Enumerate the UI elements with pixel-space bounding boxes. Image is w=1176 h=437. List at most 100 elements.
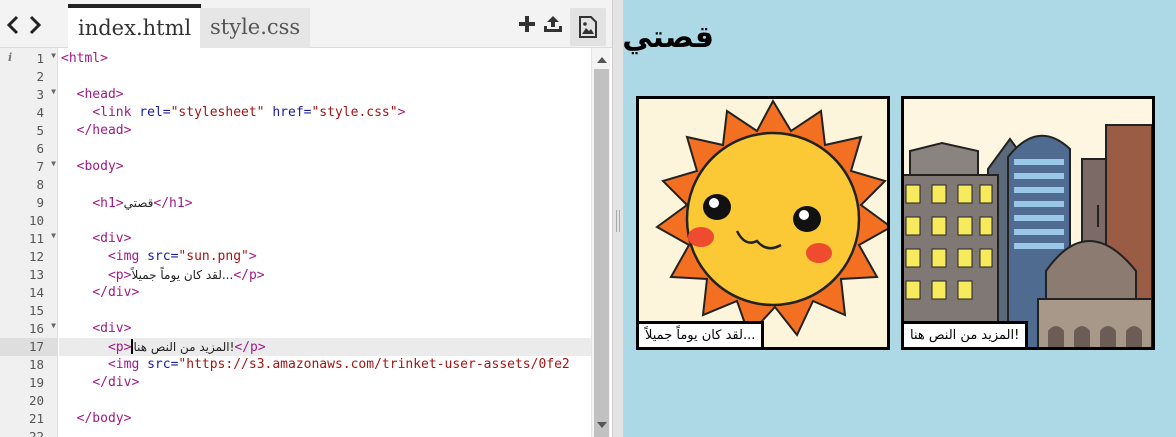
editor-toolbar: index.html style.css: [0, 0, 612, 48]
fold-arrow-icon[interactable]: ▼: [51, 231, 56, 240]
pane-resize-handle[interactable]: [612, 0, 624, 437]
code-line[interactable]: [59, 140, 591, 158]
code-token: </body>: [76, 411, 132, 426]
code-token: "style.css": [311, 105, 398, 120]
code-token: <p>: [107, 268, 132, 283]
line-number: 6: [0, 140, 58, 158]
upload-button[interactable]: [542, 14, 564, 36]
code-line[interactable]: <div>: [59, 230, 591, 248]
plus-icon: [519, 16, 535, 32]
code-line[interactable]: <h1>قصتي</h1>: [59, 194, 591, 212]
line-number: 4: [0, 104, 58, 122]
code-token: <div>: [92, 231, 132, 246]
scrollbar-thumb[interactable]: [594, 69, 609, 437]
code-line[interactable]: <div>: [59, 320, 591, 338]
code-area[interactable]: <html> <head> <link rel="stylesheet" hre…: [59, 48, 591, 437]
code-line[interactable]: <img src="https://s3.amazonaws.com/trink…: [59, 356, 591, 374]
scroll-up-arrow-icon[interactable]: [597, 57, 607, 63]
code-line[interactable]: [59, 212, 591, 230]
code-line[interactable]: <head>: [59, 86, 591, 104]
editor-scrollbar[interactable]: [591, 48, 610, 437]
line-number: 3 ▼: [0, 86, 58, 104]
line-number-text: 18: [28, 357, 44, 372]
grip-icon: [616, 210, 620, 232]
comic-panel-city: !المزيد من النص هنا: [901, 96, 1155, 350]
line-number: 16 ▼: [0, 320, 58, 338]
image-library-button[interactable]: [570, 8, 606, 46]
code-token: </div>: [92, 375, 140, 390]
line-number: 1 ▼ i: [0, 50, 58, 68]
image-file-icon: [579, 16, 597, 38]
code-line[interactable]: <img src="sun.png">: [59, 248, 591, 266]
tab-style-css[interactable]: style.css: [200, 8, 311, 48]
code-line[interactable]: [59, 392, 591, 410]
info-icon[interactable]: i: [8, 51, 12, 64]
code-line[interactable]: </head>: [59, 122, 591, 140]
line-number: 14: [0, 284, 58, 302]
line-number: 17: [0, 338, 58, 356]
code-line[interactable]: </body>: [59, 410, 591, 428]
code-line[interactable]: <html>: [59, 50, 591, 68]
line-number-text: 16: [28, 321, 44, 336]
add-file-button[interactable]: [516, 14, 538, 36]
line-number: 18: [0, 356, 58, 374]
code-token: "https://s3.amazonaws.com/trinket-user-a…: [178, 357, 570, 372]
code-line[interactable]: <body>: [59, 158, 591, 176]
code-line[interactable]: </div>: [59, 284, 591, 302]
line-number-text: 1: [36, 51, 44, 66]
code-token: <head>: [76, 87, 124, 102]
code-token: "sun.png": [178, 249, 249, 264]
line-number: 13: [0, 266, 58, 284]
code-token: <body>: [76, 159, 124, 174]
code-token: href=: [264, 105, 312, 120]
code-line[interactable]: [59, 176, 591, 194]
code-line[interactable]: <p> !المزيد من النص هنا</p>: [59, 338, 591, 356]
line-number: 20: [0, 392, 58, 410]
code-token: src=: [147, 249, 179, 264]
code-line[interactable]: <link rel="stylesheet" href="style.css">: [59, 104, 591, 122]
code-line[interactable]: [59, 302, 591, 320]
line-number: 22: [0, 428, 58, 437]
line-number-text: 17: [28, 339, 44, 354]
code-token: <html>: [61, 51, 108, 66]
line-number: 2: [0, 68, 58, 86]
fold-arrow-icon[interactable]: ▼: [51, 159, 56, 168]
panel-caption: !المزيد من النص هنا: [904, 321, 1029, 347]
code-editor-pane: index.html style.css 1 ▼ i 2 3 ▼ 4 5 6 7 ▼ 8 9 10 11 ▼ 1…: [0, 0, 612, 437]
code-token: قصتي: [123, 196, 154, 210]
code-token: <link: [92, 105, 140, 120]
upload-icon: [544, 16, 562, 32]
code-line[interactable]: [59, 68, 591, 86]
line-number-text: 13: [28, 267, 44, 282]
line-number: 10: [0, 212, 58, 230]
line-number: 5: [0, 122, 58, 140]
code-line[interactable]: [59, 428, 591, 437]
line-number: 7 ▼: [0, 158, 58, 176]
fold-arrow-icon[interactable]: ▼: [51, 51, 56, 60]
code-token: >: [397, 105, 406, 120]
line-number-text: 15: [28, 303, 44, 318]
chevron-right-icon[interactable]: [28, 15, 46, 37]
code-token: !المزيد من النص هنا: [133, 340, 235, 354]
scroll-down-arrow-icon[interactable]: [597, 422, 607, 428]
code-token: <h1>: [92, 196, 124, 211]
code-line[interactable]: <p>...لقد كان يوماً جميلاً</p>: [59, 266, 591, 284]
line-number-text: 11: [28, 231, 44, 246]
line-number-gutter: 1 ▼ i 2 3 ▼ 4 5 6 7 ▼ 8 9 10 11 ▼ 12 13 14 15 16 ▼ 17 18 19 20 21 2…: [0, 48, 58, 437]
line-number-text: 7: [36, 159, 44, 174]
fold-arrow-icon[interactable]: ▼: [51, 321, 56, 330]
tab-index-html[interactable]: index.html: [68, 4, 202, 48]
line-number: 21: [0, 410, 58, 428]
code-token: <img: [107, 249, 148, 264]
fold-arrow-icon[interactable]: ▼: [51, 87, 56, 96]
chevron-left-icon[interactable]: [6, 15, 24, 37]
code-line[interactable]: </div>: [59, 374, 591, 392]
line-number-text: 12: [28, 249, 44, 264]
code-token: <p>: [107, 340, 132, 355]
